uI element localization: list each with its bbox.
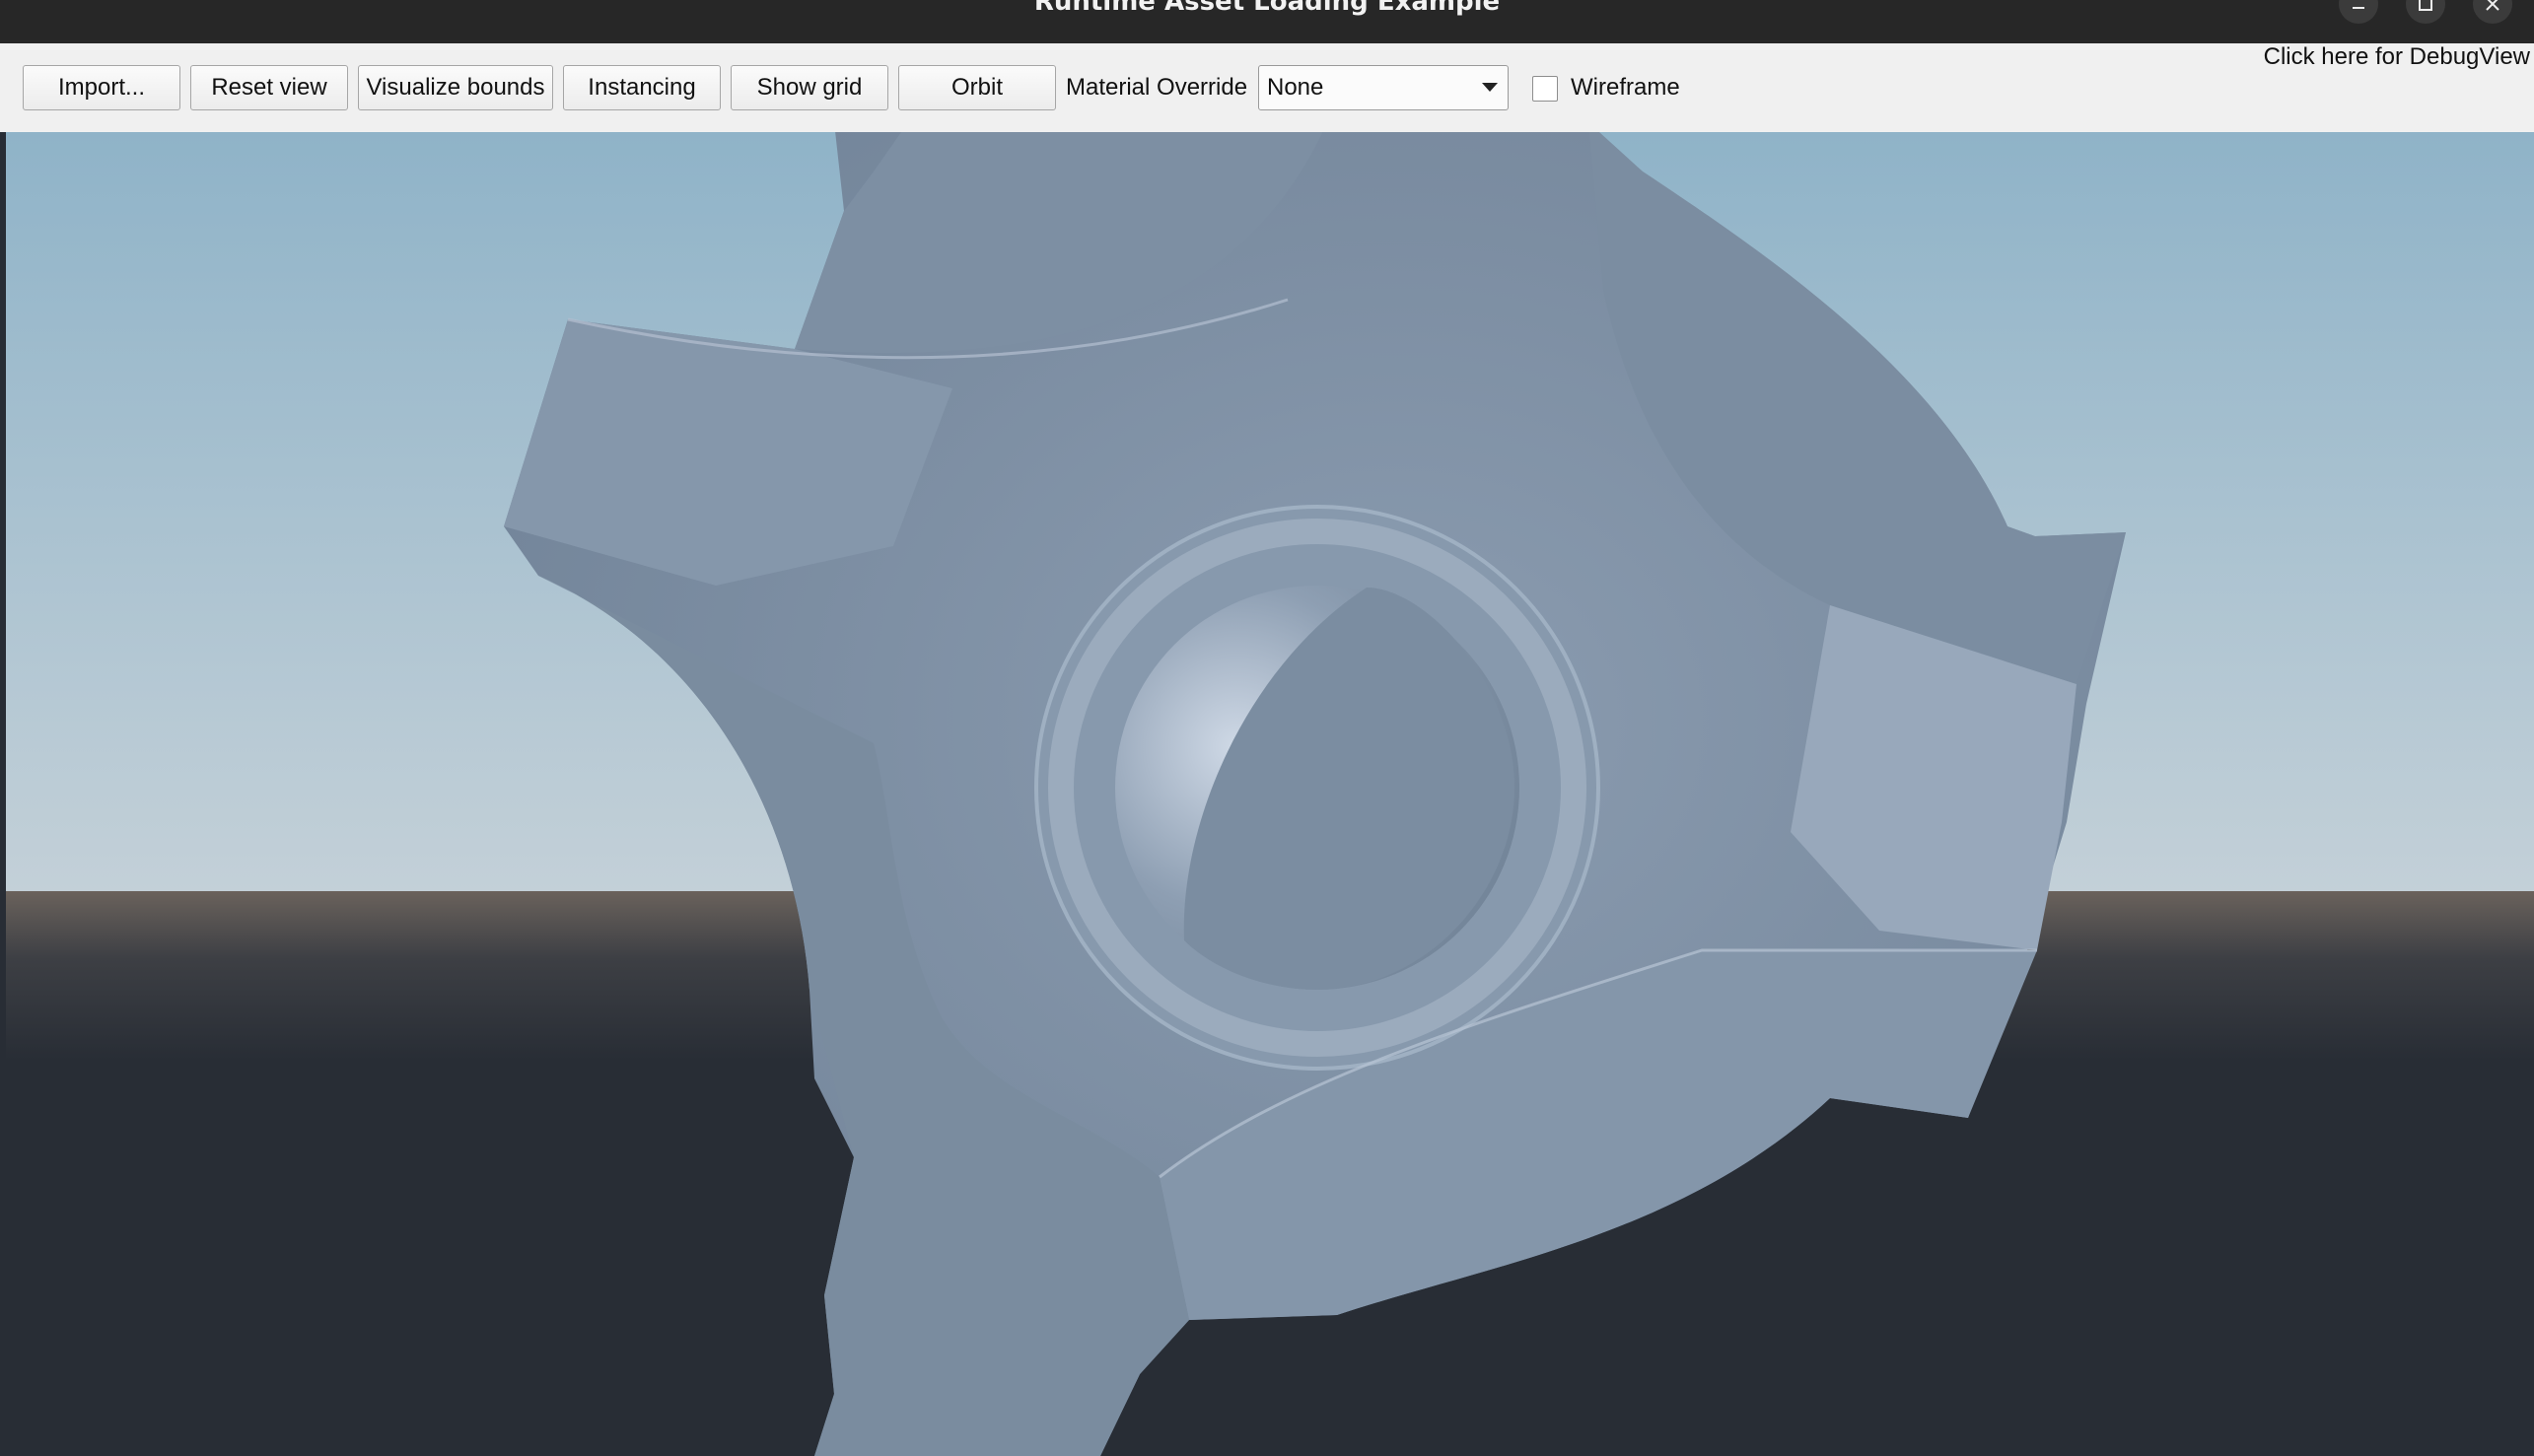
3d-viewport[interactable] xyxy=(6,132,2534,1456)
orbit-button[interactable]: Orbit xyxy=(898,65,1056,110)
visualize-bounds-button[interactable]: Visualize bounds xyxy=(358,65,553,110)
toolbar: Import... Reset view Visualize bounds In… xyxy=(0,43,2534,132)
show-grid-button[interactable]: Show grid xyxy=(731,65,888,110)
material-override-value: None xyxy=(1267,74,1324,101)
wireframe-label[interactable]: Wireframe xyxy=(1571,65,1680,110)
close-icon xyxy=(2483,0,2502,14)
maximize-button[interactable] xyxy=(2406,0,2445,24)
minimize-icon xyxy=(2349,0,2368,14)
import-button[interactable]: Import... xyxy=(23,65,180,110)
maximize-icon xyxy=(2416,0,2435,14)
title-bar[interactable]: Runtime Asset Loading Example xyxy=(0,0,2534,43)
material-override-label: Material Override xyxy=(1066,74,1248,101)
app-window: Runtime Asset Loading Example Import... … xyxy=(0,0,2534,1456)
wireframe-checkbox[interactable] xyxy=(1532,76,1558,102)
chevron-down-icon xyxy=(1482,83,1498,92)
debugview-link[interactable]: Click here for DebugView xyxy=(2264,43,2530,75)
reset-view-button[interactable]: Reset view xyxy=(190,65,348,110)
minimize-button[interactable] xyxy=(2339,0,2378,24)
material-override-select[interactable]: None xyxy=(1258,65,1509,110)
close-button[interactable] xyxy=(2473,0,2512,24)
window-title: Runtime Asset Loading Example xyxy=(1033,0,1501,17)
instancing-button[interactable]: Instancing xyxy=(563,65,721,110)
